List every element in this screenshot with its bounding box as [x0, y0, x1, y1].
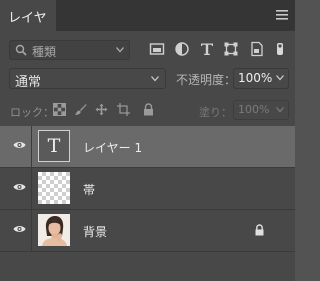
lock-icon: [255, 224, 264, 236]
tab-layers[interactable]: レイヤー: [0, 0, 56, 45]
chevron-down-icon: [116, 47, 124, 53]
lock-position-icon[interactable]: [95, 103, 108, 116]
fill-label: 塗り：: [199, 106, 232, 119]
filter-toggle-icon[interactable]: [274, 41, 286, 57]
shape-filter-icon[interactable]: [223, 41, 239, 57]
layer-name[interactable]: レイヤー 1: [83, 139, 142, 156]
background-photo-thumbnail[interactable]: [38, 214, 70, 246]
opacity-value: 100%: [238, 71, 273, 85]
text-layer-thumbnail[interactable]: T: [38, 130, 70, 162]
lock-label: ロック：: [10, 106, 54, 119]
lock-all-icon[interactable]: [142, 103, 155, 116]
panel-tab-bar: レイヤー: [0, 0, 295, 45]
eye-icon[interactable]: [13, 182, 26, 192]
layers-panel: 種類 通常 不透明度： 100% ロック： 塗り： 100% T レイヤー 1 …: [0, 31, 295, 281]
filter-kind-dropdown[interactable]: 種類: [9, 40, 130, 60]
layer-row[interactable]: 背景: [0, 210, 295, 252]
lock-image-pixels-icon[interactable]: [74, 103, 87, 116]
layer-row[interactable]: T レイヤー 1: [0, 126, 295, 168]
blend-mode-value: 通常: [15, 75, 42, 90]
chevron-down-icon[interactable]: [276, 75, 284, 81]
layer-list-empty-area: [0, 252, 295, 281]
opacity-label: 不透明度：: [176, 73, 237, 87]
hamburger-menu-icon[interactable]: [275, 8, 289, 22]
chevron-down-icon: [151, 76, 159, 82]
layer-divider: [31, 210, 32, 251]
opacity-field[interactable]: 100%: [233, 68, 289, 89]
smartobject-filter-icon[interactable]: [249, 41, 265, 57]
lock-artboard-icon[interactable]: [117, 103, 130, 116]
chevron-down-icon: [276, 107, 284, 113]
fill-value: 100%: [238, 103, 270, 116]
type-filter-icon[interactable]: [199, 41, 215, 57]
layer-divider: [31, 168, 32, 209]
layer-row[interactable]: 帯: [0, 168, 295, 210]
search-icon: [15, 44, 27, 56]
layer-divider: [31, 126, 32, 167]
filter-kind-label: 種類: [32, 45, 57, 59]
transparent-layer-thumbnail[interactable]: [38, 172, 70, 204]
blend-mode-dropdown[interactable]: 通常: [9, 68, 166, 90]
image-filter-icon[interactable]: [149, 41, 165, 57]
lock-transparent-pixels-icon[interactable]: [53, 103, 66, 116]
fill-field[interactable]: 100%: [233, 100, 289, 120]
layer-list: T レイヤー 1 帯 背景: [0, 126, 295, 252]
adjustment-filter-icon[interactable]: [174, 41, 190, 57]
layer-name[interactable]: 背景: [83, 223, 107, 240]
eye-icon[interactable]: [13, 140, 26, 150]
portrait-image: [38, 214, 70, 246]
eye-icon[interactable]: [13, 224, 26, 234]
layer-name[interactable]: 帯: [83, 181, 95, 198]
